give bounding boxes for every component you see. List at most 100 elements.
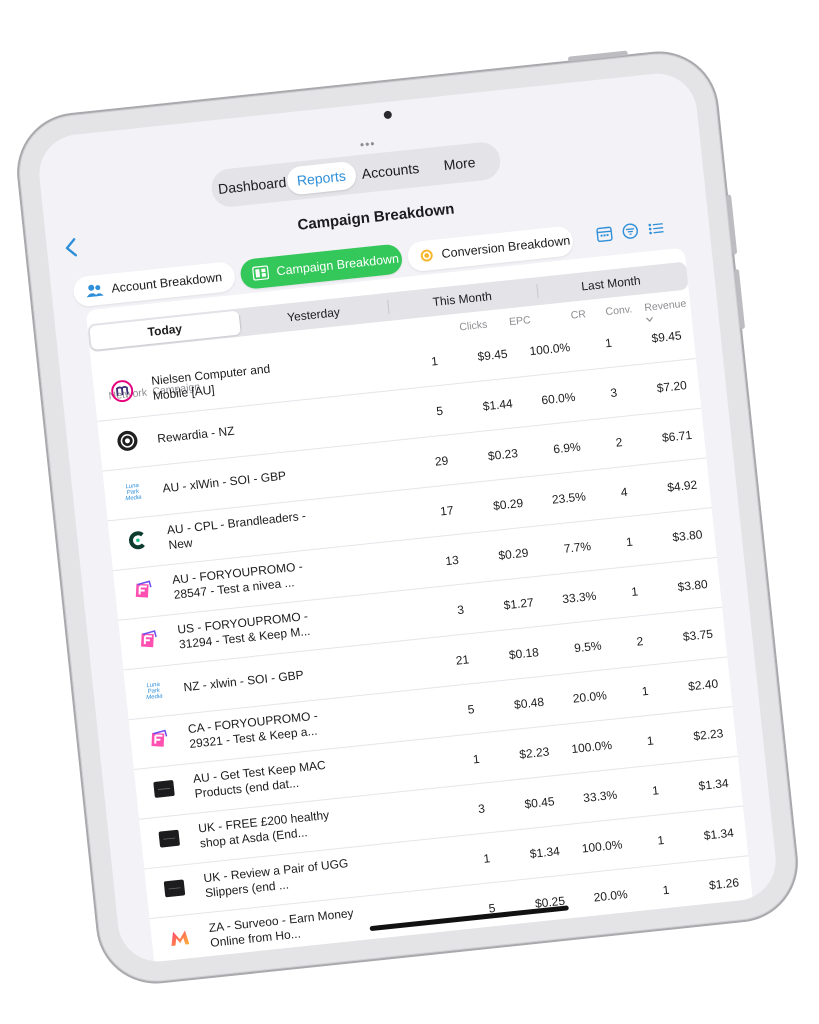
clicks-value: 1 (482, 851, 491, 866)
conv-value: 1 (625, 534, 634, 550)
tab-accounts[interactable]: Accounts (354, 153, 426, 188)
campaign-name: CA - FORYOUPROMO - 29321 - Test & Keep a… (187, 708, 319, 751)
revenue-value: $3.80 (676, 577, 709, 595)
epc-value: $1.27 (502, 595, 535, 613)
multitask-dots[interactable]: ••• (349, 136, 386, 152)
f-logo (131, 577, 156, 606)
tab-reports[interactable]: Reports (285, 160, 358, 196)
epc-value: $1.34 (529, 843, 561, 862)
revenue-value: $7.20 (656, 378, 688, 396)
account-breakdown-label: Account Breakdown (110, 270, 223, 296)
black-square-logo (162, 876, 187, 905)
campaign-name: AU - FORYOUPROMO - 28547 - Test a nivea … (171, 559, 304, 602)
epc-value: $0.29 (492, 495, 524, 513)
network-logo (156, 827, 182, 853)
campaign-name: AU - Get Test Keep MAC Products (end dat… (192, 757, 327, 801)
conv-value: 3 (609, 385, 618, 401)
network-logo (135, 629, 161, 655)
campaign-breakdown-label: Campaign Breakdown (275, 251, 400, 279)
campaign-name: Nielsen Computer and Mobile [AU] (150, 361, 271, 403)
clicks-value: 21 (455, 652, 470, 668)
conv-value: 1 (630, 584, 639, 599)
calendar-icon[interactable] (596, 225, 614, 243)
network-logo (146, 728, 172, 754)
clicks-value: 17 (439, 503, 455, 519)
campaign-name: NZ - xlwin - SOI - GBP (182, 667, 305, 695)
logo-text-line: Media (125, 494, 142, 503)
f-logo (147, 727, 172, 756)
conv-value: 1 (641, 683, 650, 699)
network-logo (151, 778, 177, 804)
cr-value: 23.5% (551, 489, 587, 507)
m-logo (110, 379, 135, 408)
list-icon[interactable] (647, 220, 665, 238)
cr-value: 33.3% (582, 787, 618, 806)
cr-value: 33.3% (561, 588, 597, 607)
ipad-device: ••• Dashboard Reports Accounts More Camp… (11, 45, 804, 990)
revenue-value: $9.45 (650, 328, 683, 346)
campaign-name: UK - Review a Pair of UGG Slippers (end … (202, 856, 349, 901)
cr-value: 6.9% (552, 439, 582, 457)
network-logo (125, 529, 151, 555)
network-logo (162, 877, 188, 903)
tab-dashboard[interactable]: Dashboard (216, 168, 288, 203)
front-camera (383, 110, 393, 120)
revenue-value: $1.26 (708, 875, 740, 893)
epc-value: $9.45 (476, 346, 509, 364)
luna-park-logo: Luna Park Media (145, 682, 163, 702)
logo-text-line: Media (145, 693, 163, 702)
cr-value: 9.5% (573, 638, 603, 656)
campaign-rows: Nielsen Computer and Mobile [AU] 1 $9.45 10… (92, 309, 759, 966)
black-square-logo (152, 776, 177, 805)
clicks-value: 5 (435, 403, 444, 419)
filter-icon[interactable] (621, 222, 639, 240)
conv-value: 2 (635, 634, 644, 649)
clicks-value: 3 (493, 950, 502, 966)
campaign-name: AU - xlWin - SOI - GBP (161, 468, 287, 496)
revenue-value: $1.34 (703, 825, 735, 843)
campaign-name: US - FORYOUPROMO - 31294 - Test & Keep M… (176, 608, 311, 652)
conv-value: 1 (661, 882, 671, 898)
cr-value: 100.0% (570, 737, 613, 757)
network-logo (167, 927, 193, 953)
revenue-value: $3.80 (671, 527, 704, 545)
revenue-value: $6.71 (661, 427, 693, 445)
conv-value: 1 (651, 783, 660, 798)
tab-more[interactable]: More (424, 146, 496, 181)
clicks-value: 1 (472, 751, 481, 767)
network-logo: Luna Park Media (141, 678, 167, 704)
conv-value: 1 (604, 335, 613, 351)
clicks-value: 13 (444, 552, 460, 569)
black-square-logo (157, 826, 182, 855)
app-screen: ••• Dashboard Reports Accounts More Camp… (35, 69, 780, 966)
epc-value: $2.23 (518, 744, 550, 762)
epc-value: $1.44 (482, 396, 514, 414)
c-logo (126, 528, 151, 557)
rewardia-logo (115, 428, 140, 457)
network-logo: Luna Park Media (120, 479, 146, 505)
revenue-value: $4.92 (666, 477, 698, 495)
cr-value: 60.0% (540, 389, 577, 408)
conv-value: 1 (667, 932, 676, 948)
revenue-value: $1.34 (697, 775, 730, 794)
cr-value: 20.0% (572, 688, 608, 706)
conv-value: 1 (656, 832, 665, 848)
network-logo (109, 379, 135, 408)
cr-value: 100.0% (528, 340, 571, 359)
clicks-value: 3 (477, 801, 486, 817)
clicks-value: 1 (430, 354, 439, 369)
network-logo (114, 430, 140, 456)
campaign-name: AU - CPL - Brandleaders - New (166, 508, 307, 553)
cr-value: 100.0% (581, 837, 624, 856)
epc-value: $0.48 (513, 694, 545, 712)
conv-value: 4 (620, 484, 629, 500)
epc-value: $0.45 (523, 794, 556, 812)
grid-icon (251, 265, 270, 281)
epc-value: $0.18 (508, 645, 540, 663)
gradient-m-logo (168, 926, 193, 955)
revenue-value: $3.75 (682, 626, 714, 644)
revenue-value: $2.40 (687, 676, 719, 694)
target-icon (419, 248, 434, 263)
f-logo (136, 627, 161, 656)
revenue-value: $2.23 (692, 726, 725, 744)
